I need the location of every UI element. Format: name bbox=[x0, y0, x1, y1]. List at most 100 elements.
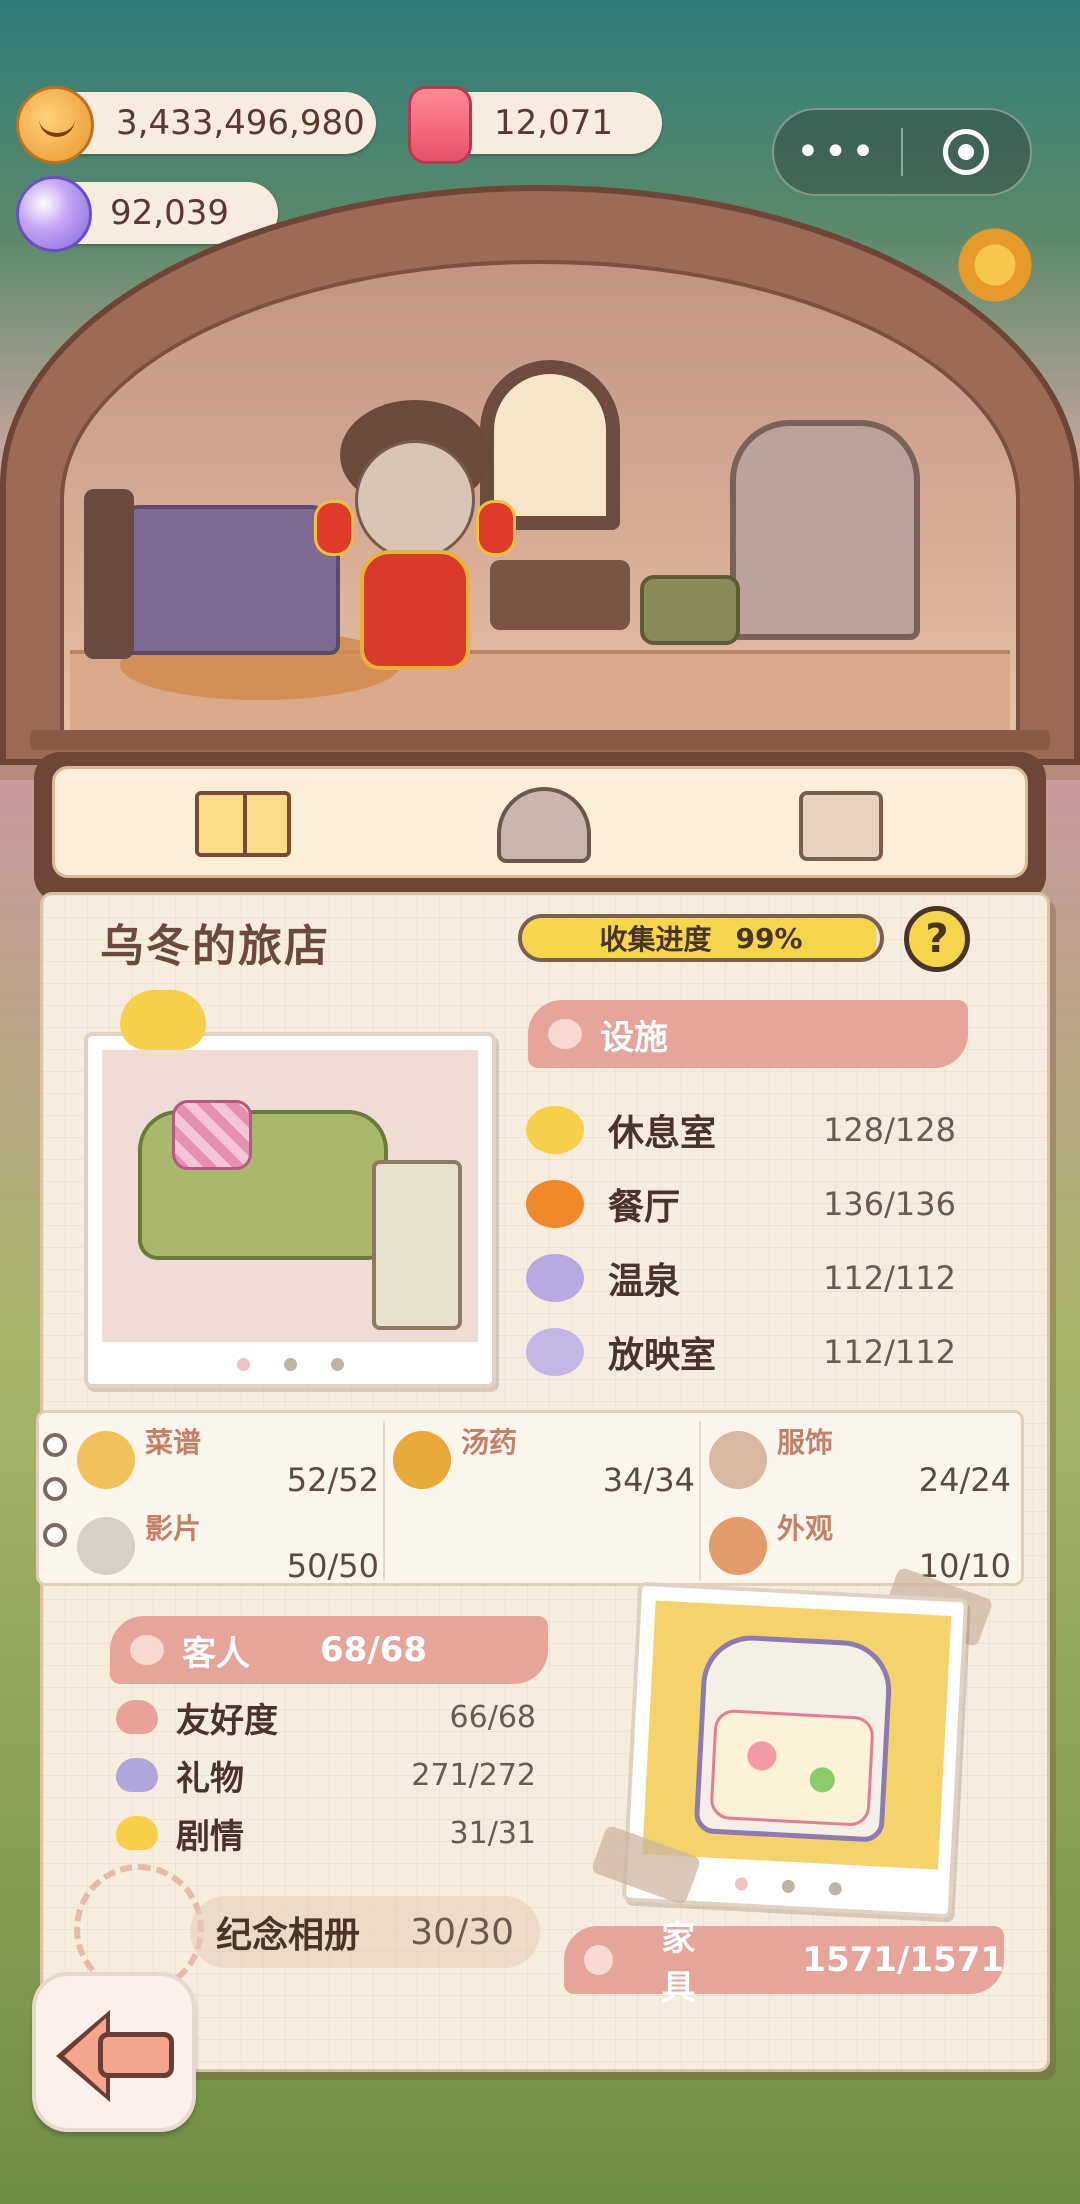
furniture-header[interactable]: 家具 1571/1571 bbox=[564, 1919, 1004, 2008]
category-label: 服饰 bbox=[777, 1426, 834, 1459]
facility-label: 休息室 bbox=[608, 1113, 717, 1154]
paw-icon bbox=[130, 1635, 164, 1665]
facility-value: 136/136 bbox=[823, 1185, 956, 1223]
facility-row[interactable]: 休息室 128/128 bbox=[526, 1100, 956, 1160]
facility-photo-card[interactable] bbox=[84, 1032, 496, 1388]
facility-value: 112/112 bbox=[823, 1259, 956, 1297]
category-item[interactable]: 外观 10/10 bbox=[705, 1505, 1023, 1589]
category-item[interactable]: 影片 50/50 bbox=[73, 1505, 391, 1589]
facility-photo bbox=[102, 1050, 478, 1342]
guest-stat-value: 66/68 bbox=[449, 1699, 536, 1735]
quilt-illustration bbox=[709, 1708, 875, 1827]
guest-stat-label: 剧情 bbox=[176, 1816, 244, 1857]
fork-knife-icon bbox=[526, 1180, 584, 1228]
facilities-header: 设施 bbox=[528, 1000, 968, 1068]
close-button[interactable] bbox=[903, 129, 1030, 175]
category-label: 影片 bbox=[145, 1512, 202, 1545]
category-value: 34/34 bbox=[602, 1461, 695, 1499]
carousel-dot[interactable] bbox=[781, 1879, 795, 1894]
innkeeper-character[interactable] bbox=[314, 400, 516, 690]
furniture-label: 家具 bbox=[661, 1919, 696, 2008]
wardrobe bbox=[730, 420, 920, 640]
guest-stat-row[interactable]: 友好度 66/68 bbox=[116, 1692, 536, 1742]
guest-stat-label: 礼物 bbox=[176, 1758, 244, 1799]
shelf-illustration bbox=[372, 1160, 462, 1330]
guest-stat-row[interactable]: 剧情 31/31 bbox=[116, 1808, 536, 1858]
house-icon bbox=[709, 1517, 767, 1575]
pillow-illustration bbox=[172, 1100, 252, 1170]
pie-icon bbox=[77, 1431, 135, 1489]
gift-heart-icon bbox=[116, 1758, 158, 1792]
paw-icon bbox=[548, 1019, 582, 1049]
progress-value: 99% bbox=[735, 921, 803, 955]
category-label: 汤药 bbox=[461, 1426, 518, 1459]
guests-header: 客人 68/68 bbox=[110, 1616, 548, 1684]
bed bbox=[84, 489, 340, 659]
clapper-icon bbox=[77, 1517, 135, 1575]
hot-spring-icon bbox=[526, 1254, 584, 1302]
room-ledge bbox=[30, 730, 1050, 750]
album-value: 30/30 bbox=[410, 1911, 514, 1953]
facility-label: 放映室 bbox=[608, 1335, 717, 1376]
cloud-icon bbox=[526, 1106, 584, 1154]
film-reel-icon bbox=[526, 1328, 584, 1376]
furniture-photo bbox=[642, 1600, 952, 1870]
categories-panel: 菜谱 52/52 汤药 34/34 服饰 24/24 影片 50/50 外观 10/10 bbox=[36, 1410, 1024, 1586]
category-label: 菜谱 bbox=[145, 1426, 202, 1459]
carousel-dot[interactable] bbox=[283, 1358, 297, 1371]
carousel-dot[interactable] bbox=[236, 1358, 250, 1371]
album-label: 纪念相册 bbox=[216, 1915, 361, 1956]
facilities-title: 设施 bbox=[600, 1017, 668, 1058]
question-mark-icon: ? bbox=[925, 916, 949, 962]
category-item[interactable]: 汤药 34/34 bbox=[389, 1419, 707, 1503]
mini-program-menu: ••• bbox=[772, 108, 1032, 196]
category-value: 50/50 bbox=[286, 1547, 379, 1585]
category-label: 外观 bbox=[777, 1512, 834, 1545]
carousel-dots bbox=[88, 1358, 492, 1371]
album-row[interactable]: 纪念相册 30/30 bbox=[190, 1896, 540, 1968]
carousel-dot[interactable] bbox=[827, 1881, 842, 1896]
guest-stat-label: 友好度 bbox=[176, 1700, 278, 1741]
facility-row[interactable]: 餐厅 136/136 bbox=[526, 1174, 956, 1234]
binder-ring bbox=[43, 1523, 67, 1547]
back-arrow-shaft bbox=[98, 2032, 174, 2078]
help-button[interactable]: ? bbox=[904, 906, 970, 972]
category-item[interactable]: 服饰 24/24 bbox=[705, 1419, 1023, 1503]
lantern-left bbox=[314, 500, 354, 556]
back-button[interactable] bbox=[32, 1972, 196, 2132]
gear-icon[interactable] bbox=[950, 220, 1040, 310]
guest-stat-row[interactable]: 礼物 271/272 bbox=[116, 1750, 536, 1800]
carousel-dot[interactable] bbox=[330, 1358, 344, 1371]
collection-progress-bar: 收集进度 99% bbox=[518, 914, 884, 962]
facility-label: 温泉 bbox=[608, 1261, 681, 1302]
carousel-dot[interactable] bbox=[734, 1877, 748, 1891]
facility-row[interactable]: 温泉 112/112 bbox=[526, 1248, 956, 1308]
character-body bbox=[360, 550, 470, 670]
facility-row[interactable]: 放映室 112/112 bbox=[526, 1322, 956, 1382]
guest-stat-value: 271/272 bbox=[411, 1757, 536, 1793]
facility-value: 128/128 bbox=[823, 1111, 956, 1149]
bed-illustration bbox=[693, 1633, 894, 1843]
favorite-heart-icon bbox=[120, 990, 206, 1050]
facility-label: 餐厅 bbox=[608, 1187, 681, 1228]
furniture-value: 1571/1571 bbox=[802, 1940, 1004, 1980]
page-title: 乌冬的旅店 bbox=[100, 921, 330, 972]
shirt-icon[interactable] bbox=[799, 791, 883, 861]
facility-value: 112/112 bbox=[823, 1333, 956, 1371]
more-options-button[interactable]: ••• bbox=[774, 129, 901, 175]
pot-icon bbox=[393, 1431, 451, 1489]
hotel-icon[interactable] bbox=[497, 787, 591, 863]
crystal-gem-icon bbox=[16, 176, 92, 252]
character-face bbox=[355, 440, 475, 560]
desk bbox=[490, 560, 630, 630]
story-heart-icon bbox=[116, 1816, 158, 1850]
category-item[interactable]: 菜谱 52/52 bbox=[73, 1419, 391, 1503]
guests-title: 客人 bbox=[182, 1633, 250, 1674]
treasure-chest bbox=[640, 575, 740, 645]
category-value: 24/24 bbox=[918, 1461, 1011, 1499]
candy-icon bbox=[408, 86, 472, 164]
book-icon[interactable] bbox=[195, 791, 291, 857]
target-icon bbox=[943, 129, 990, 175]
binder-ring bbox=[43, 1433, 67, 1457]
progress-label: 收集进度 bbox=[599, 923, 712, 956]
